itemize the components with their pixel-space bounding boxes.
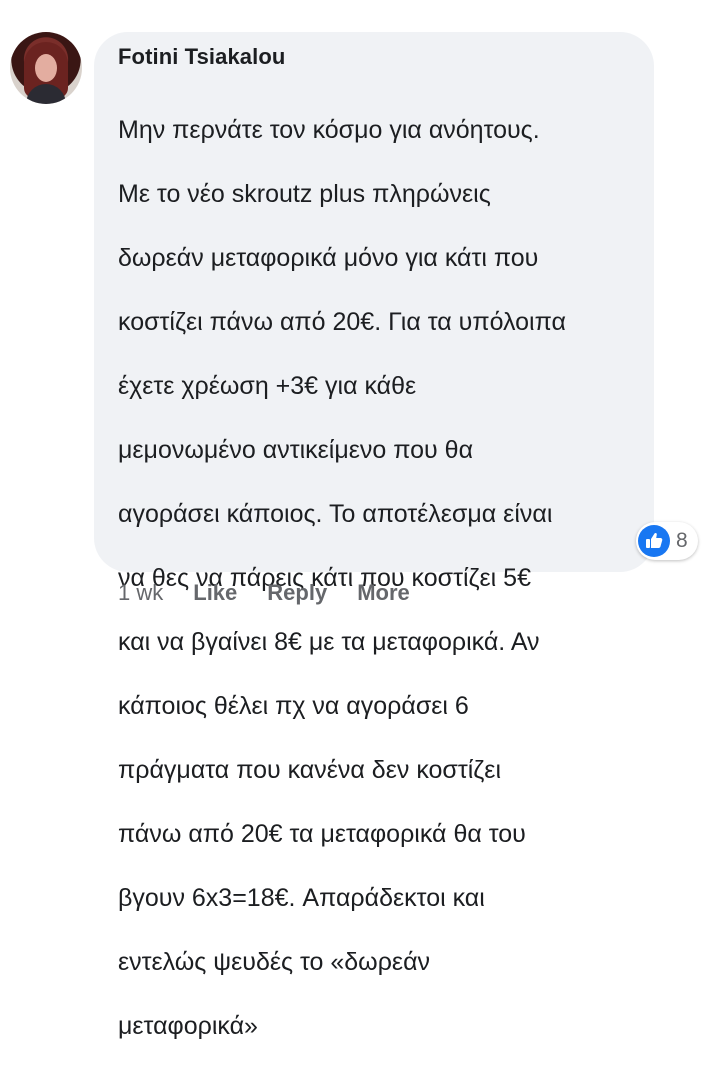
- comment-timestamp[interactable]: 1 wk: [118, 580, 163, 606]
- like-button[interactable]: Like: [193, 580, 237, 606]
- avatar-face: [35, 54, 57, 82]
- comment-line: κάποιος θέλει πχ να αγοράσει 6: [118, 692, 469, 720]
- comment-line: αγοράσει κάποιος. Το αποτέλεσμα είναι: [118, 500, 553, 528]
- author-avatar[interactable]: [10, 32, 82, 104]
- author-name[interactable]: Fotini Tsiakalou: [118, 44, 285, 70]
- comment-line: δωρεάν μεταφορικά μόνο για κάτι που: [118, 244, 539, 272]
- comment-line: εντελώς ψευδές το «δωρεάν: [118, 948, 431, 976]
- like-thumb-icon: [638, 525, 670, 557]
- reply-button[interactable]: Reply: [267, 580, 327, 606]
- comment-line: μεμονωμένο αντικείμενο που θα: [118, 436, 474, 464]
- reaction-summary[interactable]: 8: [636, 522, 698, 560]
- comment-line: μεταφορικά»: [118, 1012, 258, 1040]
- more-button[interactable]: More: [357, 580, 410, 606]
- comment-line: έχετε χρέωση +3€ για κάθε: [118, 372, 417, 400]
- comment-actions: 1 wk Like Reply More: [118, 580, 410, 606]
- reaction-count: 8: [676, 529, 688, 552]
- comment-line: και να βγαίνει 8€ με τα μεταφορικά. Αν: [118, 628, 540, 656]
- comment-line: πράγματα που κανένα δεν κοστίζει: [118, 756, 501, 784]
- comment-line: κοστίζει πάνω από 20€. Για τα υπόλοιπα: [118, 308, 566, 336]
- comment-line: βγουν 6x3=18€. Απαράδεκτοι και: [118, 884, 485, 912]
- comment-line: Με το νέο skroutz plus πληρώνεις: [118, 180, 491, 208]
- comment-text: Μην περνάτε τον κόσμο για ανόητους. Με τ…: [118, 82, 638, 1074]
- comment-line: πάνω από 20€ τα μεταφορικά θα του: [118, 820, 526, 848]
- comment-line: Μην περνάτε τον κόσμο για ανόητους.: [118, 116, 540, 144]
